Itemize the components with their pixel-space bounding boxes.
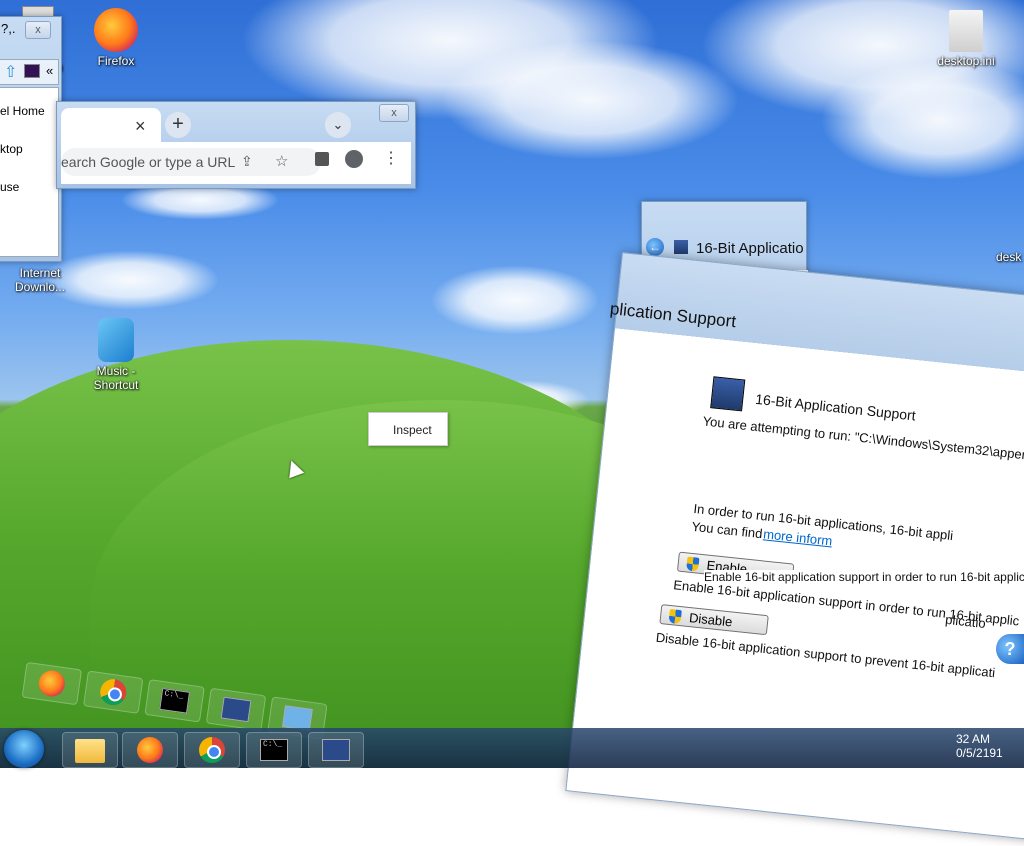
- profile-avatar-icon[interactable]: [345, 150, 363, 168]
- desktop-ini-desktop-icon[interactable]: desktop.ini: [926, 10, 1006, 68]
- nav-item-home[interactable]: el Home: [0, 104, 45, 118]
- extensions-puzzle-icon[interactable]: [315, 152, 329, 166]
- clock-date: 0/5/2191: [956, 746, 1003, 760]
- nav-item-mouse[interactable]: use: [0, 180, 19, 194]
- folder-icon: [75, 739, 105, 763]
- taskbar-explorer[interactable]: [62, 732, 118, 768]
- uac-shield-icon: [686, 556, 700, 572]
- tab-search-chevron-icon[interactable]: ⌄: [325, 112, 351, 138]
- more-menu-icon[interactable]: ⋮: [383, 148, 399, 168]
- computer-icon: [24, 64, 40, 78]
- help-icon[interactable]: ?: [996, 634, 1024, 664]
- address-placeholder: earch Google or type a URL: [61, 154, 236, 170]
- explorer-window: ?,. x ⇧ « el Home ktop use: [0, 16, 62, 262]
- taskbar-cmd[interactable]: C:\_: [144, 679, 205, 723]
- tab-close-icon[interactable]: ×: [135, 116, 146, 137]
- chrome-window: x × + ⌄ earch Google or type a URL ⇪ ☆ ⋮: [56, 101, 416, 189]
- partial-desktop-icon-right[interactable]: desk: [996, 250, 1024, 264]
- command-prompt-icon: C:\_: [260, 739, 288, 761]
- start-button[interactable]: [4, 730, 44, 768]
- firefox-icon: [37, 668, 67, 699]
- close-button[interactable]: x: [25, 21, 51, 39]
- new-tab-button[interactable]: +: [165, 112, 191, 138]
- clock-time: 32 AM: [956, 732, 991, 746]
- navigation-pane: el Home ktop use: [0, 87, 59, 257]
- taskbar-16bit-main[interactable]: [308, 732, 364, 768]
- taskbar-chrome-main[interactable]: [184, 732, 240, 768]
- system-clock[interactable]: 32 AM 0/5/2191: [956, 732, 1024, 766]
- music-shortcut-desktop-icon[interactable]: Music - Shortcut: [76, 318, 156, 392]
- music-note-icon: [98, 318, 134, 362]
- chevron-left-icon[interactable]: «: [46, 63, 53, 78]
- taskbar-chrome[interactable]: [83, 670, 144, 714]
- internet-download-desktop-icon[interactable]: Internet Downlo...: [0, 266, 80, 294]
- firefox-desktop-icon[interactable]: Firefox: [76, 8, 156, 68]
- icon-label: Firefox: [97, 54, 135, 68]
- firefox-icon: [137, 737, 163, 763]
- taskbar-cmd-main[interactable]: C:\_: [246, 732, 302, 768]
- application-icon: [322, 739, 350, 761]
- cloud: [430, 265, 600, 335]
- application-icon: [674, 240, 688, 254]
- toolbar: earch Google or type a URL ⇪ ☆ ⋮: [61, 142, 411, 184]
- disable-label: Disable: [688, 610, 734, 630]
- application-icon: [220, 696, 252, 723]
- navigation-toolbar: ⇧ «: [0, 59, 59, 85]
- menu-item-inspect[interactable]: Inspect: [393, 423, 432, 437]
- omnibox[interactable]: earch Google or type a URL ⇪ ☆: [61, 148, 321, 176]
- icon-label: Internet Downlo...: [14, 266, 66, 294]
- nav-item-desktop[interactable]: ktop: [0, 142, 23, 156]
- active-tab[interactable]: ×: [61, 108, 161, 144]
- up-arrow-icon[interactable]: ⇧: [4, 62, 17, 82]
- chrome-icon: [199, 737, 225, 763]
- taskbar-firefox-main[interactable]: [122, 732, 178, 768]
- icon-label: desktop.ini: [937, 54, 995, 68]
- enable-description-overlay: Enable 16-bit application support in ord…: [704, 570, 1024, 584]
- taskbar-firefox[interactable]: [21, 661, 83, 706]
- share-icon[interactable]: ⇪: [241, 153, 253, 170]
- context-menu: Inspect: [368, 412, 448, 446]
- command-prompt-icon: C:\_: [159, 687, 191, 714]
- icon-label: desk: [996, 250, 1022, 264]
- close-button[interactable]: x: [379, 104, 409, 122]
- tray-fragment: OC: [986, 712, 1003, 724]
- back-arrow-icon[interactable]: ←: [646, 238, 664, 256]
- taskbar-16bit[interactable]: [205, 687, 267, 732]
- chrome-icon: [98, 677, 128, 707]
- uac-shield-icon: [668, 608, 682, 625]
- cloud: [440, 40, 740, 160]
- bookmark-star-icon[interactable]: ☆: [275, 152, 288, 170]
- application-icon: [710, 376, 746, 412]
- settings-file-icon: [949, 10, 983, 52]
- icon-label: Music - Shortcut: [93, 364, 139, 392]
- firefox-icon: [94, 8, 138, 52]
- dialog-title: 16-Bit Applicatio: [696, 240, 804, 257]
- window-title: ?,.: [1, 21, 16, 36]
